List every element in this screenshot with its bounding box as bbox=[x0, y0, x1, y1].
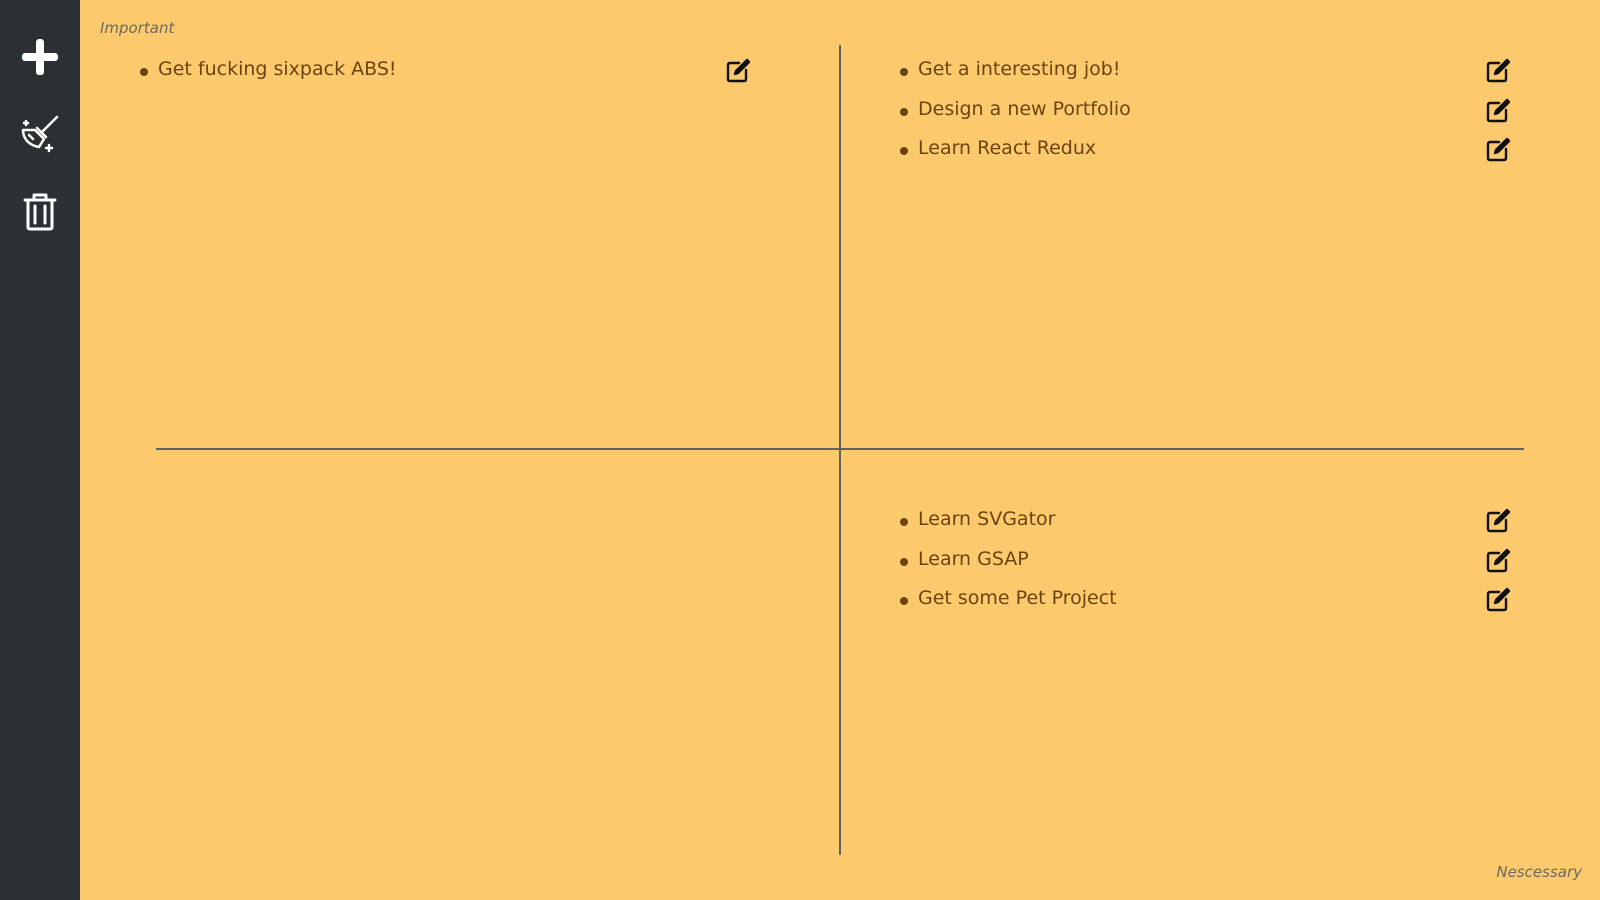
edit-task-button[interactable] bbox=[1483, 135, 1513, 165]
edit-icon bbox=[1486, 508, 1511, 533]
edit-icon bbox=[1486, 137, 1511, 162]
task-item: Get fucking sixpack ABS! bbox=[140, 53, 852, 93]
quadrant-bottom-right: Learn SVGator Learn GSAP Get some Pet Proj… bbox=[900, 503, 1600, 622]
horizontal-axis bbox=[156, 448, 1524, 450]
quadrant-top-left: Get fucking sixpack ABS! bbox=[140, 53, 852, 93]
clean-button[interactable] bbox=[18, 112, 62, 156]
edit-task-button[interactable] bbox=[1483, 96, 1513, 126]
task-bullet bbox=[140, 68, 148, 76]
add-task-button[interactable] bbox=[18, 35, 62, 79]
quadrant-top-right: Get a interesting job! Design a new Portf… bbox=[900, 53, 1600, 172]
edit-task-button[interactable] bbox=[1483, 546, 1513, 576]
delete-button[interactable] bbox=[18, 189, 62, 233]
task-text: Get a interesting job! bbox=[918, 58, 1121, 80]
vertical-axis bbox=[839, 45, 841, 855]
edit-icon bbox=[1486, 58, 1511, 83]
task-item: Get a interesting job! bbox=[900, 53, 1600, 93]
task-list: Learn SVGator Learn GSAP Get some Pet Proj… bbox=[900, 503, 1600, 622]
matrix-board: Important Nescessary Get fucking sixpack… bbox=[80, 0, 1600, 900]
edit-task-button[interactable] bbox=[723, 56, 753, 86]
task-text: Learn React Redux bbox=[918, 137, 1097, 159]
task-item: Design a new Portfolio bbox=[900, 93, 1600, 133]
task-item: Get some Pet Project bbox=[900, 582, 1600, 622]
task-item: Learn GSAP bbox=[900, 543, 1600, 583]
task-list: Get fucking sixpack ABS! bbox=[140, 53, 852, 93]
sidebar bbox=[0, 0, 80, 900]
task-text: Get some Pet Project bbox=[918, 587, 1117, 609]
plus-icon bbox=[22, 39, 58, 75]
task-item: Learn SVGator bbox=[900, 503, 1600, 543]
task-bullet bbox=[900, 518, 908, 526]
edit-task-button[interactable] bbox=[1483, 585, 1513, 615]
important-label: Important bbox=[100, 19, 175, 37]
edit-icon bbox=[1486, 548, 1511, 572]
task-bullet bbox=[900, 68, 908, 76]
task-bullet bbox=[900, 557, 908, 566]
edit-task-button[interactable] bbox=[1483, 56, 1513, 86]
task-item: Learn React Redux bbox=[900, 132, 1600, 172]
task-text: Get fucking sixpack ABS! bbox=[158, 58, 397, 80]
task-text: Learn GSAP bbox=[918, 547, 1029, 570]
edit-icon bbox=[1486, 98, 1511, 122]
task-bullet bbox=[900, 597, 908, 605]
broom-sparkle-icon bbox=[21, 115, 59, 153]
task-bullet bbox=[900, 147, 908, 155]
necessary-label: Nescessary bbox=[1496, 863, 1582, 881]
edit-icon bbox=[1486, 587, 1511, 612]
task-list: Get a interesting job! Design a new Portf… bbox=[900, 53, 1600, 172]
trash-icon bbox=[23, 193, 57, 231]
edit-task-button[interactable] bbox=[1483, 506, 1513, 536]
task-text: Learn SVGator bbox=[918, 508, 1056, 530]
task-text: Design a new Portfolio bbox=[918, 97, 1131, 120]
edit-icon bbox=[726, 58, 751, 83]
task-bullet bbox=[900, 107, 908, 116]
